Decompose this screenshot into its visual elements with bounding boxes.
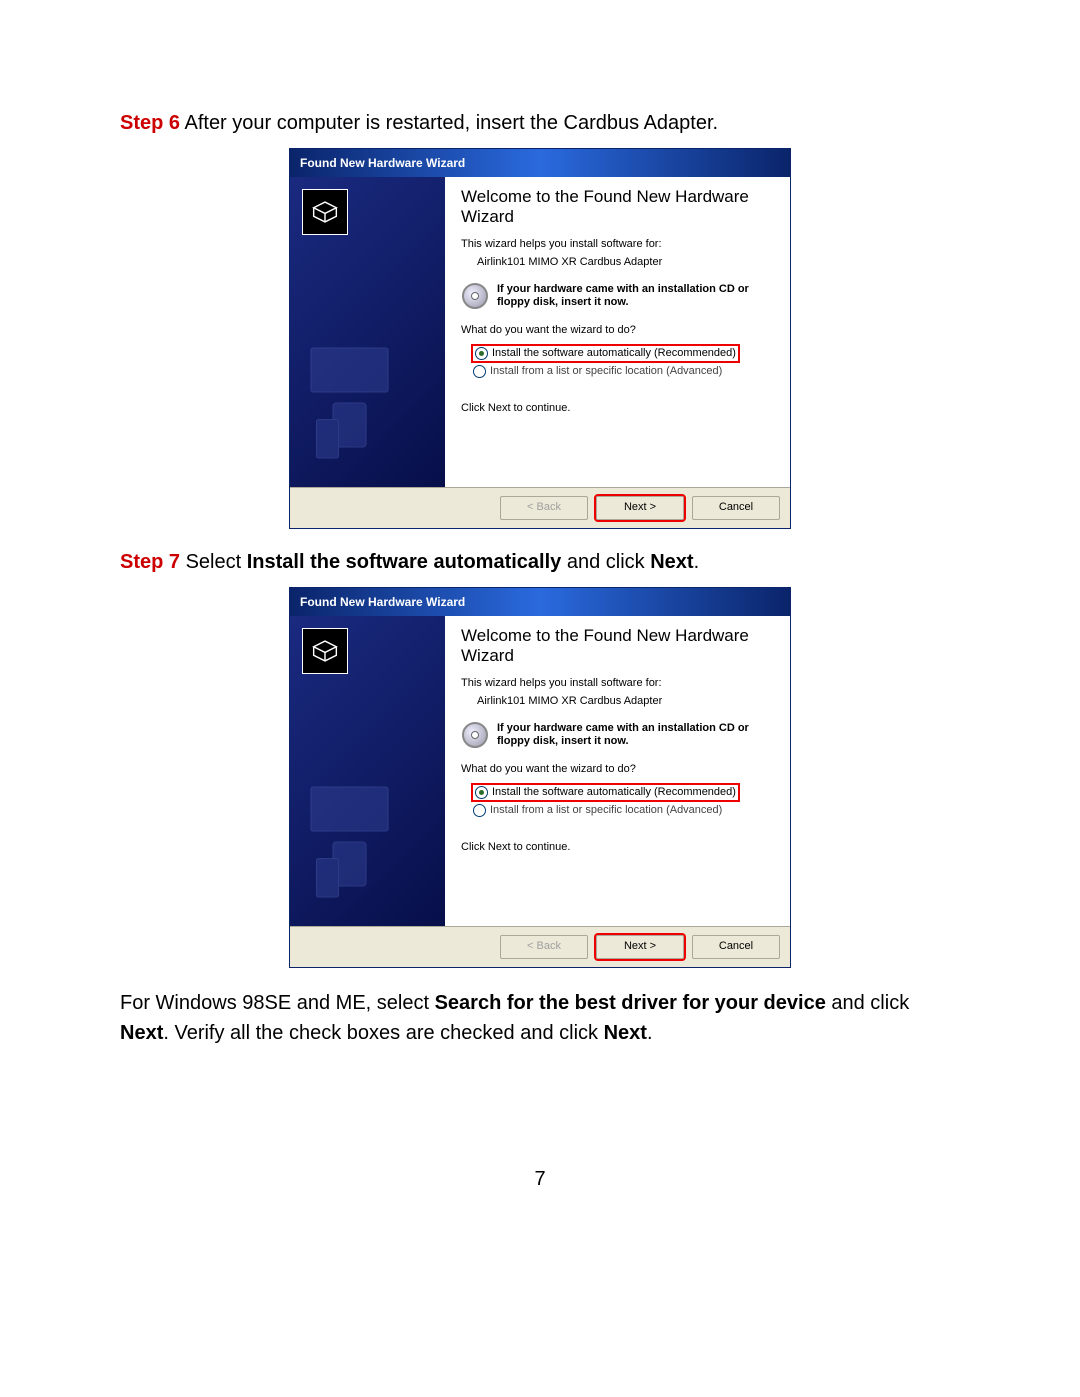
wizard-device-name: Airlink101 MIMO XR Cardbus Adapter xyxy=(477,256,774,268)
hardware-icon xyxy=(302,628,348,674)
step7-label: Step 7 xyxy=(120,551,180,573)
cd-icon xyxy=(461,721,489,749)
wizard-option-auto-label: Install the software automatically (Reco… xyxy=(492,347,736,359)
step6-text: After your computer is restarted, insert… xyxy=(180,112,718,134)
step7-mid: and click xyxy=(561,551,650,573)
note-mid1: and click xyxy=(826,992,909,1014)
note-pre: For Windows 98SE and ME, select xyxy=(120,992,435,1014)
wizard-option-auto-highlight: Install the software automatically (Reco… xyxy=(471,783,740,802)
wizard-heading: Welcome to the Found New Hardware Wizard xyxy=(461,187,774,228)
cancel-button[interactable]: Cancel xyxy=(692,496,780,520)
wizard-heading: Welcome to the Found New Hardware Wizard xyxy=(461,626,774,667)
wizard-option-auto[interactable]: Install the software automatically (Reco… xyxy=(475,786,736,799)
sidebar-graphic xyxy=(300,337,410,457)
step7-b1: Install the software automatically xyxy=(247,551,562,573)
next-button[interactable]: Next > xyxy=(596,935,684,959)
note-b2: Next xyxy=(120,1022,163,1044)
radio-selected-icon xyxy=(475,786,488,799)
wizard-body: Welcome to the Found New Hardware Wizard… xyxy=(290,177,790,487)
wizard-titlebar: Found New Hardware Wizard xyxy=(290,588,790,616)
wizard-cd-row: If your hardware came with an installati… xyxy=(461,721,774,749)
note-b1: Search for the best driver for your devi… xyxy=(435,992,826,1014)
wizard-cd-row: If your hardware came with an installati… xyxy=(461,282,774,310)
wizard-option-list[interactable]: Install from a list or specific location… xyxy=(473,804,774,817)
wizard-option-auto-highlight: Install the software automatically (Reco… xyxy=(471,344,740,363)
wizard-option-list[interactable]: Install from a list or specific location… xyxy=(473,365,774,378)
radio-unselected-icon xyxy=(473,804,486,817)
wizard-footer: < Back Next > Cancel xyxy=(290,926,790,967)
wizard-help-text: This wizard helps you install software f… xyxy=(461,677,774,689)
step6-line: Step 6 After your computer is restarted,… xyxy=(120,110,960,136)
wizard-continue-text: Click Next to continue. xyxy=(461,841,774,853)
wizard-sidebar xyxy=(290,616,445,926)
wizard-question: What do you want the wizard to do? xyxy=(461,763,774,775)
wizard-footer: < Back Next > Cancel xyxy=(290,487,790,528)
note-post: . xyxy=(647,1022,653,1044)
wizard-device-name: Airlink101 MIMO XR Cardbus Adapter xyxy=(477,695,774,707)
cancel-button[interactable]: Cancel xyxy=(692,935,780,959)
back-button: < Back xyxy=(500,935,588,959)
note-b3: Next xyxy=(604,1022,647,1044)
wizard-option-auto-label: Install the software automatically (Reco… xyxy=(492,786,736,798)
step7-post: . xyxy=(694,551,700,573)
wizard-help-text: This wizard helps you install software f… xyxy=(461,238,774,250)
step7-b2: Next xyxy=(650,551,693,573)
radio-unselected-icon xyxy=(473,365,486,378)
radio-selected-icon xyxy=(475,347,488,360)
step7-line: Step 7 Select Install the software autom… xyxy=(120,549,960,575)
hardware-icon xyxy=(302,189,348,235)
step7-pre: Select xyxy=(180,551,247,573)
wizard-cd-text: If your hardware came with an installati… xyxy=(497,283,774,309)
windows-98-note: For Windows 98SE and ME, select Search f… xyxy=(120,988,960,1048)
manual-page: Step 6 After your computer is restarted,… xyxy=(0,0,1080,1251)
wizard-titlebar: Found New Hardware Wizard xyxy=(290,149,790,177)
wizard-sidebar xyxy=(290,177,445,487)
cd-icon xyxy=(461,282,489,310)
wizard-content: Welcome to the Found New Hardware Wizard… xyxy=(445,616,790,926)
wizard-window-2: Found New Hardware Wizard Welcome to the… xyxy=(289,587,791,968)
wizard-body: Welcome to the Found New Hardware Wizard… xyxy=(290,616,790,926)
wizard-option-list-label: Install from a list or specific location… xyxy=(490,804,722,816)
step6-label: Step 6 xyxy=(120,112,180,134)
back-button: < Back xyxy=(500,496,588,520)
wizard-option-list-label: Install from a list or specific location… xyxy=(490,365,722,377)
note-mid2: . Verify all the check boxes are checked… xyxy=(163,1022,603,1044)
wizard-cd-text: If your hardware came with an installati… xyxy=(497,722,774,748)
wizard-content: Welcome to the Found New Hardware Wizard… xyxy=(445,177,790,487)
wizard-question: What do you want the wizard to do? xyxy=(461,324,774,336)
wizard-option-auto[interactable]: Install the software automatically (Reco… xyxy=(475,347,736,360)
page-number: 7 xyxy=(120,1168,960,1191)
wizard-continue-text: Click Next to continue. xyxy=(461,402,774,414)
sidebar-graphic xyxy=(300,776,410,896)
wizard-window-1: Found New Hardware Wizard Welcome to the… xyxy=(289,148,791,529)
next-button[interactable]: Next > xyxy=(596,496,684,520)
